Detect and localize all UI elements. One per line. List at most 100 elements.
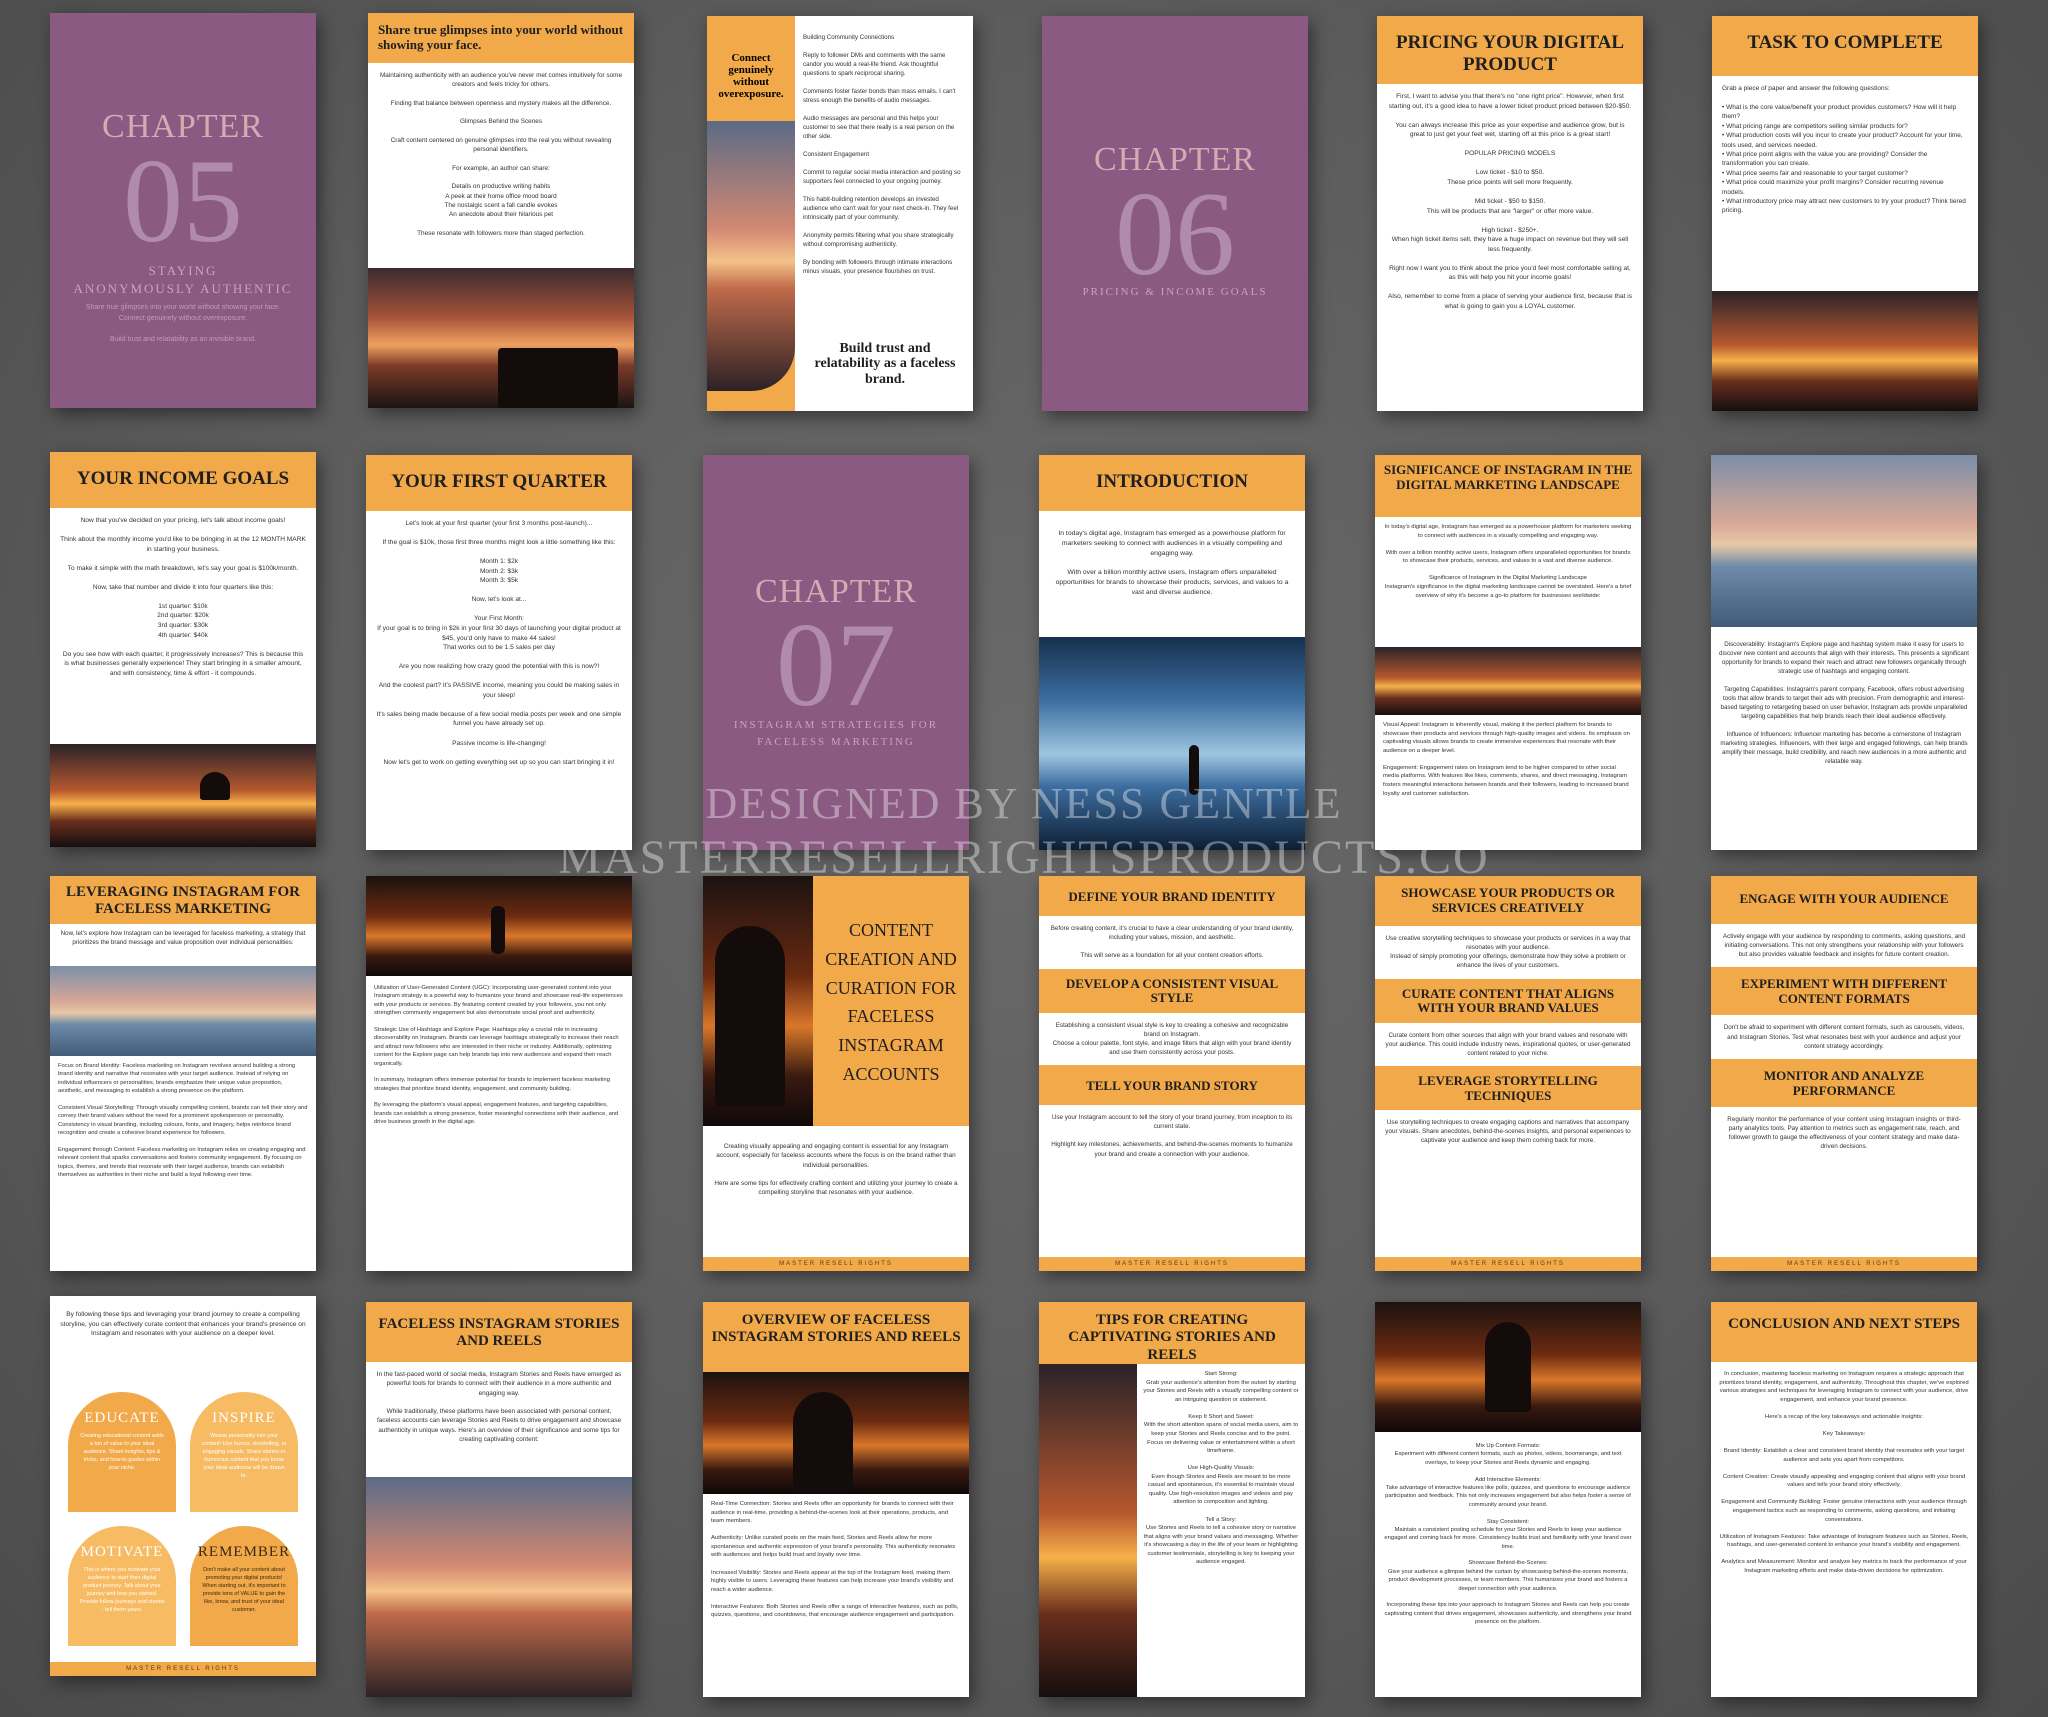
page-body: Discoverability: Instagram's Explore pag… xyxy=(1719,641,1969,765)
pricing-page[interactable]: PRICING YOUR DIGITAL PRODUCT First, I wa… xyxy=(1377,16,1643,411)
discoverability-page[interactable]: Discoverability: Instagram's Explore pag… xyxy=(1711,455,1977,850)
page-body: In today's digital age, Instagram has em… xyxy=(1384,524,1632,599)
page-body: Focus on Brand Identity: Faceless market… xyxy=(58,1063,308,1179)
page-body: Let's look at your first quarter (your f… xyxy=(376,520,622,766)
page-footer: MASTER RESELL RIGHTS xyxy=(50,1662,316,1676)
chapter-05-cover[interactable]: CHAPTER 05 STAYING ANONYMOUSLY AUTHENTIC… xyxy=(50,13,316,408)
section-body-2: Establishing a consistent visual style i… xyxy=(1052,1021,1292,1056)
ugc-page[interactable]: Utilization of User-Generated Content (U… xyxy=(366,876,632,1271)
section-title-3: MONITOR AND ANALYZE PERFORMANCE xyxy=(1711,1058,1977,1107)
page-intro: By following these tips and leveraging y… xyxy=(60,1311,306,1338)
page-body: First, I want to advise you that there's… xyxy=(1387,93,1633,311)
page-body: Grab a piece of paper and answer the fol… xyxy=(1722,85,1966,215)
section-body-3: Use storytelling techniques to create en… xyxy=(1385,1118,1631,1145)
chapter-number: 07 xyxy=(776,598,896,731)
page-title: SIGNIFICANCE OF INSTAGRAM IN THE DIGITAL… xyxy=(1375,455,1641,517)
page-body: Mix Up Content Formats: Experiment with … xyxy=(1384,1443,1632,1626)
page-footer: MASTER RESELL RIGHTS xyxy=(703,1257,969,1271)
beach-photo xyxy=(50,966,316,1056)
palm-street-photo xyxy=(366,1477,632,1697)
card-title: REMEMBER xyxy=(197,1544,291,1560)
page-title: CONCLUSION AND NEXT STEPS xyxy=(1711,1302,1977,1362)
section-title-1: DEFINE YOUR BRAND IDENTITY xyxy=(1039,876,1305,916)
section-title-2: CURATE CONTENT THAT ALIGNS WITH YOUR BRA… xyxy=(1375,978,1641,1023)
section-title-3: TELL YOUR BRAND STORY xyxy=(1039,1065,1305,1105)
person-silhouette xyxy=(715,926,785,1106)
section-body-1: Use creative storytelling techniques to … xyxy=(1385,935,1631,970)
chapter-subtitle-2: ANONYMOUSLY AUTHENTIC xyxy=(73,281,293,296)
content-creation-page[interactable]: CONTENT CREATION AND CURATION FOR FACELE… xyxy=(703,876,969,1271)
inspire-card: INSPIRE Weave personality into your conte… xyxy=(190,1392,298,1512)
conclusion-page[interactable]: CONCLUSION AND NEXT STEPS In conclusion,… xyxy=(1711,1302,1977,1697)
stories-reels-page[interactable]: FACELESS INSTAGRAM STORIES AND REELS In … xyxy=(366,1302,632,1697)
section-title-3: LEVERAGE STORYTELLING TECHNIQUES xyxy=(1375,1065,1641,1110)
page-title: LEVERAGING INSTAGRAM FOR FACELESS MARKET… xyxy=(50,876,316,924)
significance-page[interactable]: SIGNIFICANCE OF INSTAGRAM IN THE DIGITAL… xyxy=(1375,455,1641,850)
chapter-number: 05 xyxy=(123,134,243,267)
chapter-number: 06 xyxy=(1115,167,1235,300)
card-title: INSPIRE xyxy=(212,1410,276,1426)
mix-up-page[interactable]: Mix Up Content Formats: Experiment with … xyxy=(1375,1302,1641,1697)
page-body: Utilization of User-Generated Content (U… xyxy=(374,985,623,1126)
figure-sunset-photo xyxy=(1375,647,1641,715)
page-footer: MASTER RESELL RIGHTS xyxy=(1039,1257,1305,1271)
page-title: Share true glimpses into your world with… xyxy=(368,13,634,63)
page-title: YOUR INCOME GOALS xyxy=(50,452,316,508)
page-body: Start Strong: Grab your audience's atten… xyxy=(1143,1371,1299,1566)
engage-page[interactable]: ENGAGE WITH YOUR AUDIENCE Actively engag… xyxy=(1711,876,1977,1271)
page-body: In the fast-paced world of social media,… xyxy=(376,1371,622,1443)
runner-silhouette xyxy=(491,906,505,954)
building-silhouette xyxy=(498,348,618,408)
captivating-tips-page[interactable]: TIPS FOR CREATING CAPTIVATING STORIES AN… xyxy=(1039,1302,1305,1697)
page-body: Real-Time Connection: Stories and Reels … xyxy=(711,1501,959,1619)
income-goals-page[interactable]: YOUR INCOME GOALS Now that you've decide… xyxy=(50,452,316,847)
page-title: CONTENT CREATION AND CURATION FOR FACELE… xyxy=(813,876,969,1126)
chapter-06-cover[interactable]: CHAPTER 06 PRICING & INCOME GOALS xyxy=(1042,16,1308,411)
section-title-2: EXPERIMENT WITH DIFFERENT CONTENT FORMAT… xyxy=(1711,967,1977,1016)
educate-card: EDUCATE Creating educational content adds… xyxy=(68,1392,176,1512)
pier-sunset-photo xyxy=(1711,455,1977,627)
page-body: In conclusion, mastering faceless market… xyxy=(1719,1371,1969,1574)
page-footer: MASTER RESELL RIGHTS xyxy=(1375,1257,1641,1271)
palm-sunset-photo xyxy=(707,121,795,391)
section-body-1: Before creating content, it's crucial to… xyxy=(1050,925,1294,960)
section-body-2: Don't be afraid to experiment with diffe… xyxy=(1723,1024,1965,1050)
pull-quote: Build trust and relatability as a facele… xyxy=(814,341,956,387)
dancer-silhouette xyxy=(1485,1322,1531,1412)
showcase-page[interactable]: SHOWCASE YOUR PRODUCTS OR SERVICES CREAT… xyxy=(1375,876,1641,1271)
page-body: Creating visually appealing and engaging… xyxy=(714,1143,958,1197)
connect-page[interactable]: Connect genuinely without overexposure. … xyxy=(707,16,973,411)
chapter-07-cover[interactable]: CHAPTER 07 INSTAGRAM STRATEGIES FOR FACE… xyxy=(703,455,969,850)
page-body: Building Community Connections Reply to … xyxy=(803,34,961,275)
ocean-reflection-photo xyxy=(1039,637,1305,850)
card-title: EDUCATE xyxy=(84,1410,160,1426)
page-title: TIPS FOR CREATING CAPTIVATING STORIES AN… xyxy=(1039,1302,1305,1364)
introduction-page[interactable]: INTRODUCTION In today's digital age, Ins… xyxy=(1039,455,1305,850)
card-text: Weave personality into your content! Use… xyxy=(201,1433,287,1479)
page-body-2: Visual Appeal: Instagram is inherently v… xyxy=(1383,722,1630,797)
section-title-2: DEVELOP A CONSISTENT VISUAL STYLE xyxy=(1039,968,1305,1013)
page-intro: Now, let's explore how Instagram can be … xyxy=(60,930,306,946)
section-title-1: ENGAGE WITH YOUR AUDIENCE xyxy=(1711,876,1977,924)
card-title: MOTIVATE xyxy=(80,1544,164,1560)
section-title-1: SHOWCASE YOUR PRODUCTS OR SERVICES CREAT… xyxy=(1375,876,1641,926)
glimpses-page[interactable]: Share true glimpses into your world with… xyxy=(368,13,634,408)
section-body-3: Use your Instagram account to tell the s… xyxy=(1051,1114,1293,1158)
content-tips-page[interactable]: By following these tips and leveraging y… xyxy=(50,1296,316,1676)
remember-card: REMEMBER Don't make all your content abou… xyxy=(190,1526,298,1646)
person-silhouette xyxy=(1189,745,1199,795)
photographer-silhouette xyxy=(793,1392,853,1492)
chapter-subtitle: INSTAGRAM STRATEGIES FOR FACELESS MARKET… xyxy=(733,719,939,748)
card-text: This is where you motivate your audience… xyxy=(79,1567,165,1613)
page-title: INTRODUCTION xyxy=(1039,455,1305,511)
overview-stories-page[interactable]: OVERVIEW OF FACELESS INSTAGRAM STORIES A… xyxy=(703,1302,969,1697)
first-quarter-page[interactable]: YOUR FIRST QUARTER Let's look at your fi… xyxy=(366,455,632,850)
card-text: Creating educational content adds a ton … xyxy=(80,1433,164,1471)
surfer-sunset-photo xyxy=(1712,291,1978,411)
brand-identity-page[interactable]: DEFINE YOUR BRAND IDENTITY Before creati… xyxy=(1039,876,1305,1271)
beach-walkers-photo xyxy=(1039,1364,1137,1697)
task-page[interactable]: TASK TO COMPLETE Grab a piece of paper a… xyxy=(1712,16,1978,411)
section-body-3: Regularly monitor the performance of you… xyxy=(1727,1115,1961,1151)
page-footer: MASTER RESELL RIGHTS xyxy=(1711,1257,1977,1271)
leveraging-page[interactable]: LEVERAGING INSTAGRAM FOR FACELESS MARKET… xyxy=(50,876,316,1271)
